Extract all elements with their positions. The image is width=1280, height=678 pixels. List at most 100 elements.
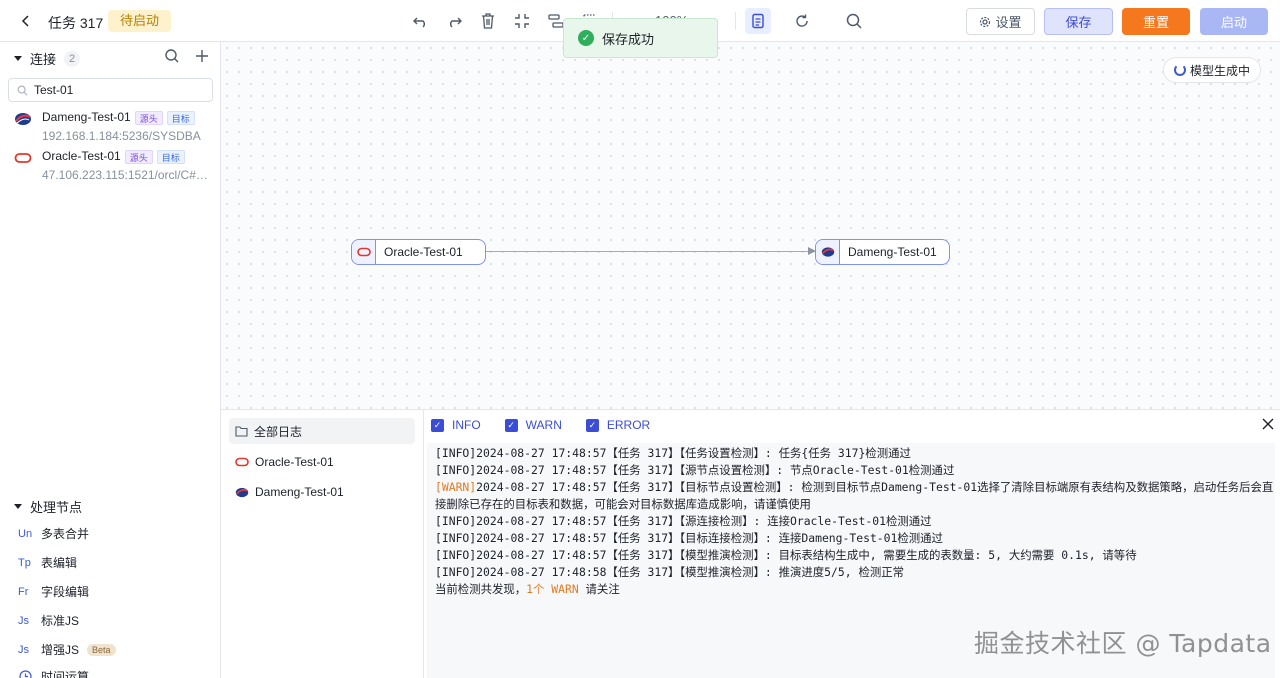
log-line: [INFO]2024-08-27 17:48:58【任务 317】【模型推演检测…: [435, 565, 905, 579]
fit-view-icon[interactable]: [511, 10, 533, 32]
back-arrow-icon[interactable]: [16, 11, 36, 31]
settings-button[interactable]: 设置: [966, 8, 1035, 35]
oracle-logo-icon: [14, 153, 32, 163]
source-tag: 源头: [124, 149, 153, 164]
connection-address: 192.168.1.184:5236/SYSDBA: [42, 129, 201, 143]
oracle-logo-icon: [352, 240, 376, 264]
dameng-logo-icon: [235, 487, 249, 497]
clock-icon: [19, 670, 32, 678]
log-level: [INFO]: [435, 463, 477, 477]
node-type-icon: Js: [18, 643, 29, 656]
folder-icon: [235, 426, 248, 437]
start-button[interactable]: 启动: [1200, 8, 1268, 35]
node-label: 字段编辑: [41, 585, 90, 599]
log-level: [WARN]: [435, 480, 477, 494]
caret-down-icon: [14, 504, 22, 509]
model-status-label: 模型生成中: [1189, 63, 1250, 78]
filter-label: WARN: [525, 418, 562, 432]
search-icon: [17, 85, 28, 95]
node-label: 标准JS: [41, 614, 80, 628]
node-type-icon: Tp: [18, 556, 31, 569]
checkbox-checked-icon[interactable]: ✓: [585, 418, 599, 432]
redo-icon[interactable]: [443, 10, 465, 32]
node-label: Oracle-Test-01: [384, 245, 463, 259]
node-type-icon: Un: [18, 527, 33, 540]
filter-label: INFO: [452, 418, 481, 432]
log-source-all[interactable]: 全部日志: [229, 418, 415, 444]
node-label: 时间运算: [41, 670, 90, 678]
processing-node-item[interactable]: Tp 表编辑: [18, 554, 77, 571]
dag-canvas[interactable]: 模型生成中: [221, 42, 1280, 409]
reset-button[interactable]: 重置: [1122, 8, 1190, 35]
caret-down-icon: [14, 56, 22, 61]
log-line: [INFO]2024-08-27 17:48:57【任务 317】【源节点设置检…: [435, 463, 955, 477]
target-tag: 目标: [166, 110, 195, 125]
target-node[interactable]: Dameng-Test-01: [815, 239, 950, 265]
status-badge: 待启动: [108, 10, 172, 32]
log-level: [INFO]: [435, 565, 477, 579]
node-label: 增强JS: [41, 643, 80, 657]
log-source-oracle[interactable]: Oracle-Test-01: [229, 449, 415, 475]
node-type-icon: Js: [18, 614, 29, 627]
dameng-logo-icon: [816, 240, 840, 264]
search-icon[interactable]: [164, 48, 180, 64]
settings-label: 设置: [995, 15, 1022, 30]
log-line: [WARN]2024-08-27 17:48:57【任务 317】【目标节点设置…: [435, 480, 1274, 511]
success-toast: ✓ 保存成功: [563, 18, 718, 58]
connection-edge[interactable]: [486, 251, 813, 252]
connections-title: 连接: [30, 52, 57, 67]
save-button[interactable]: 保存: [1044, 8, 1113, 35]
warn-count[interactable]: 1个 WARN: [526, 582, 579, 596]
source-node[interactable]: Oracle-Test-01: [351, 239, 486, 265]
source-tag: 源头: [134, 110, 163, 125]
log-panel-icon[interactable]: [745, 8, 771, 34]
filter-label: ERROR: [606, 418, 651, 432]
toolbar-divider: [735, 12, 736, 30]
log-line: [INFO]2024-08-27 17:48:57【任务 317】【源连接检测】…: [435, 514, 932, 528]
log-line: [INFO]2024-08-27 17:48:57【任务 317】【任务设置检测…: [435, 446, 911, 460]
oracle-logo-icon: [235, 457, 249, 467]
log-level: [INFO]: [435, 548, 477, 562]
connection-name: Oracle-Test-01 源头 目标: [42, 149, 185, 164]
connections-header[interactable]: 连接 2: [14, 49, 81, 68]
processing-node-item[interactable]: Fr 字段编辑: [18, 583, 89, 600]
toast-text: 保存成功: [602, 31, 655, 47]
check-circle-icon: ✓: [578, 30, 594, 46]
connection-address: 47.106.223.115:1521/orcl/C##TAPDATA: [42, 168, 214, 182]
log-level: [INFO]: [435, 531, 477, 545]
log-level: [INFO]: [435, 514, 477, 528]
filter-error[interactable]: ✓ ERROR: [585, 418, 651, 432]
connections-count: 2: [64, 50, 81, 67]
filter-warn[interactable]: ✓ WARN: [504, 418, 562, 432]
beta-badge: Beta: [87, 643, 116, 656]
processing-node-item[interactable]: 时间运算: [18, 668, 89, 678]
processing-node-item[interactable]: Js 增强JS Beta: [18, 641, 116, 658]
dameng-logo-icon: [15, 113, 31, 125]
refresh-icon[interactable]: [791, 10, 813, 32]
connection-search: [8, 78, 213, 102]
target-tag: 目标: [156, 149, 185, 164]
filter-info[interactable]: ✓ INFO: [431, 418, 481, 432]
checkbox-checked-icon[interactable]: ✓: [504, 418, 518, 432]
undo-icon[interactable]: [410, 10, 432, 32]
checkbox-checked-icon[interactable]: ✓: [431, 418, 444, 432]
log-level: [INFO]: [435, 446, 477, 460]
connection-search-input[interactable]: [34, 83, 204, 97]
left-sidebar: 连接 2 Dameng-Test-01源头目标 192.168.1.184:52…: [0, 42, 221, 678]
delete-icon[interactable]: [477, 10, 499, 32]
log-source-label: 全部日志: [254, 424, 303, 439]
processing-node-item[interactable]: Js 标准JS: [18, 612, 79, 629]
processing-header[interactable]: 处理节点: [14, 497, 82, 516]
node-label: 多表合并: [41, 527, 90, 541]
connection-name: Dameng-Test-01 源头 目标: [42, 110, 195, 125]
log-line: [INFO]2024-08-27 17:48:57【任务 317】【模型推演检测…: [435, 548, 1137, 562]
log-level-filters: ✓ INFO ✓ WARN ✓ ERROR: [431, 418, 650, 432]
processing-node-item[interactable]: Un 多表合并: [18, 525, 89, 542]
node-type-icon: Fr: [18, 585, 29, 598]
log-source-label: Dameng-Test-01: [255, 485, 344, 499]
log-source-dameng[interactable]: Dameng-Test-01: [229, 479, 415, 505]
model-status-button[interactable]: 模型生成中: [1163, 57, 1261, 83]
close-icon[interactable]: [1260, 416, 1276, 432]
search-icon[interactable]: [843, 10, 865, 32]
plus-icon[interactable]: [194, 48, 210, 64]
